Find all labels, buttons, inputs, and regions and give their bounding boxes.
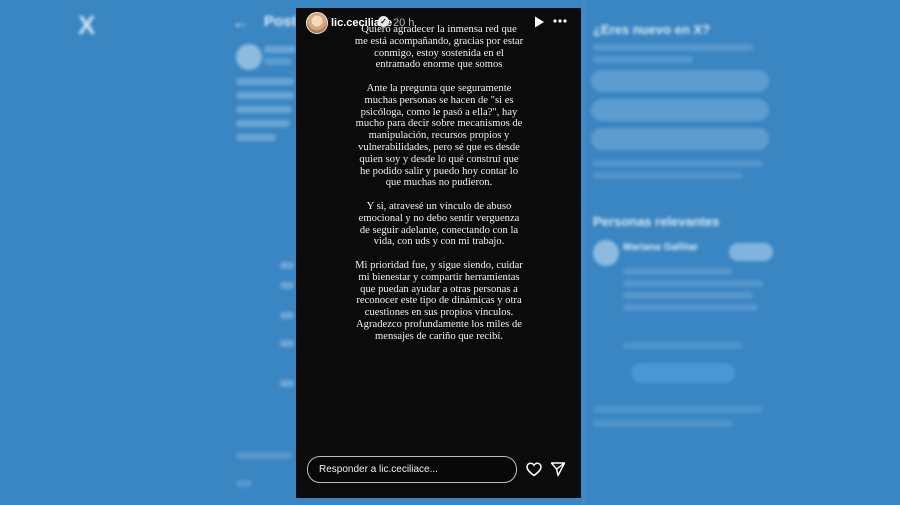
x-logo-icon: X [78,10,96,40]
story-paragraph-3: Y si, atravesé un vínculo de abuso emoci… [358,200,520,248]
blurred-text-line [623,268,733,275]
blurred-text-line [593,44,753,51]
blurred-text-line [280,340,294,347]
blurred-text-line [623,304,758,311]
blurred-text-line [280,282,294,289]
create-account-button [591,128,769,150]
post-header-title: Post [264,13,297,30]
reply-input[interactable]: Responder a lic.ceciliace... [307,456,517,483]
follow-button [729,243,773,261]
story-paragraph-1: Quiero agradecer la inmensa red que me e… [354,24,524,71]
blurred-icon [236,480,252,487]
post-author-avatar [236,44,262,70]
blurred-text-line [236,92,294,99]
back-arrow-icon: ← [232,12,250,32]
story-caption: Quiero agradecer la inmensa red que me e… [354,24,524,343]
story-avatar[interactable] [306,12,328,34]
blurred-text-line [593,172,743,179]
blurred-text-line [623,342,743,349]
blurred-footer-line [593,406,763,413]
story-viewer[interactable]: lic.ceciliace ✓ 20 h Quiero agradecer la… [296,8,581,498]
blurred-text-line [236,452,292,459]
relevant-people-title: Personas relevantes [593,214,720,229]
heart-icon[interactable] [526,462,542,477]
blurred-text-line [593,160,763,167]
story-paragraph-5: Agradezco profundamente los miles de men… [356,318,522,342]
blurred-text-line [593,56,693,63]
blurred-text-line [236,134,276,141]
blurred-text-line [623,280,763,287]
relevant-name: Mariana Gallitar [623,242,699,253]
story-paragraph-2: Ante la pregunta que seguramente muchas … [355,82,523,189]
reply-placeholder: Responder a lic.ceciliace... [319,464,438,475]
blurred-text-line [280,262,294,269]
blurred-text-line [280,312,294,319]
signup-google-button [591,70,769,92]
blurred-text-line [280,380,294,387]
blurred-footer-line [593,420,733,427]
signup-apple-button [591,99,769,121]
blurred-text-line [236,120,290,127]
blurred-text-line [623,292,753,299]
play-icon[interactable] [532,15,546,29]
more-options-icon[interactable] [552,14,568,28]
send-icon[interactable] [550,461,566,477]
new-to-x-title: ¿Eres nuevo en X? [593,22,711,37]
right-sidebar: ¿Eres nuevo en X? Personas relevantes Ma… [583,0,773,505]
blurred-handle [264,58,292,65]
blurred-text-line [236,78,294,85]
blurred-author-name [264,46,296,53]
relevant-avatar [593,240,619,266]
story-paragraph-4: Mi prioridad fue, y sigue siendo, cuidar… [355,259,523,319]
blurred-text-line [236,106,292,113]
blurred-pill-button [631,363,735,383]
column-divider [583,0,584,505]
